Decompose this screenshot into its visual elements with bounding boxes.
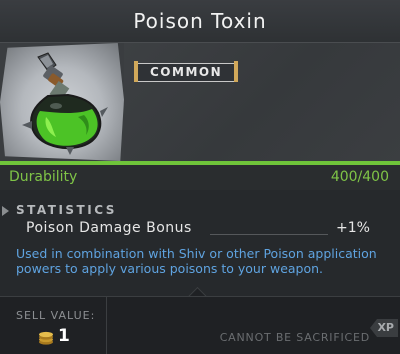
stat-leader-line [210, 234, 328, 235]
sacrifice-status: CANNOT BE SACRIFICED [219, 331, 370, 344]
sell-value-amount: 1 [58, 326, 70, 346]
collapse-arrow-icon[interactable] [2, 206, 9, 216]
tooltip-header: Poison Toxin [0, 0, 400, 43]
stat-name: Poison Damage Bonus [26, 220, 192, 236]
tooltip-footer: SELL VALUE: 1 CANNOT BE SACRIFICED XP [0, 296, 400, 354]
hero-background [124, 43, 400, 161]
statistics-heading: STATISTICS [16, 203, 117, 217]
poison-potion-icon [22, 52, 108, 155]
rarity-badge: COMMON [133, 61, 239, 82]
item-tooltip: Poison Toxin COMMON Durability 400/400 S… [0, 0, 400, 354]
sell-value-label: SELL VALUE: [16, 309, 96, 322]
durability-value: 400/400 [330, 169, 389, 185]
item-description: Used in combination with Shiv or other P… [16, 246, 377, 276]
coin-stack-icon [39, 331, 53, 345]
item-title: Poison Toxin [133, 9, 267, 33]
durability-row: Durability 400/400 [0, 165, 400, 190]
sell-value-box: SELL VALUE: 1 [0, 297, 107, 354]
stat-value: +1% [336, 220, 370, 236]
xp-badge: XP [370, 319, 398, 337]
durability-label: Durability [9, 169, 78, 185]
item-hero-panel: COMMON [0, 43, 400, 161]
